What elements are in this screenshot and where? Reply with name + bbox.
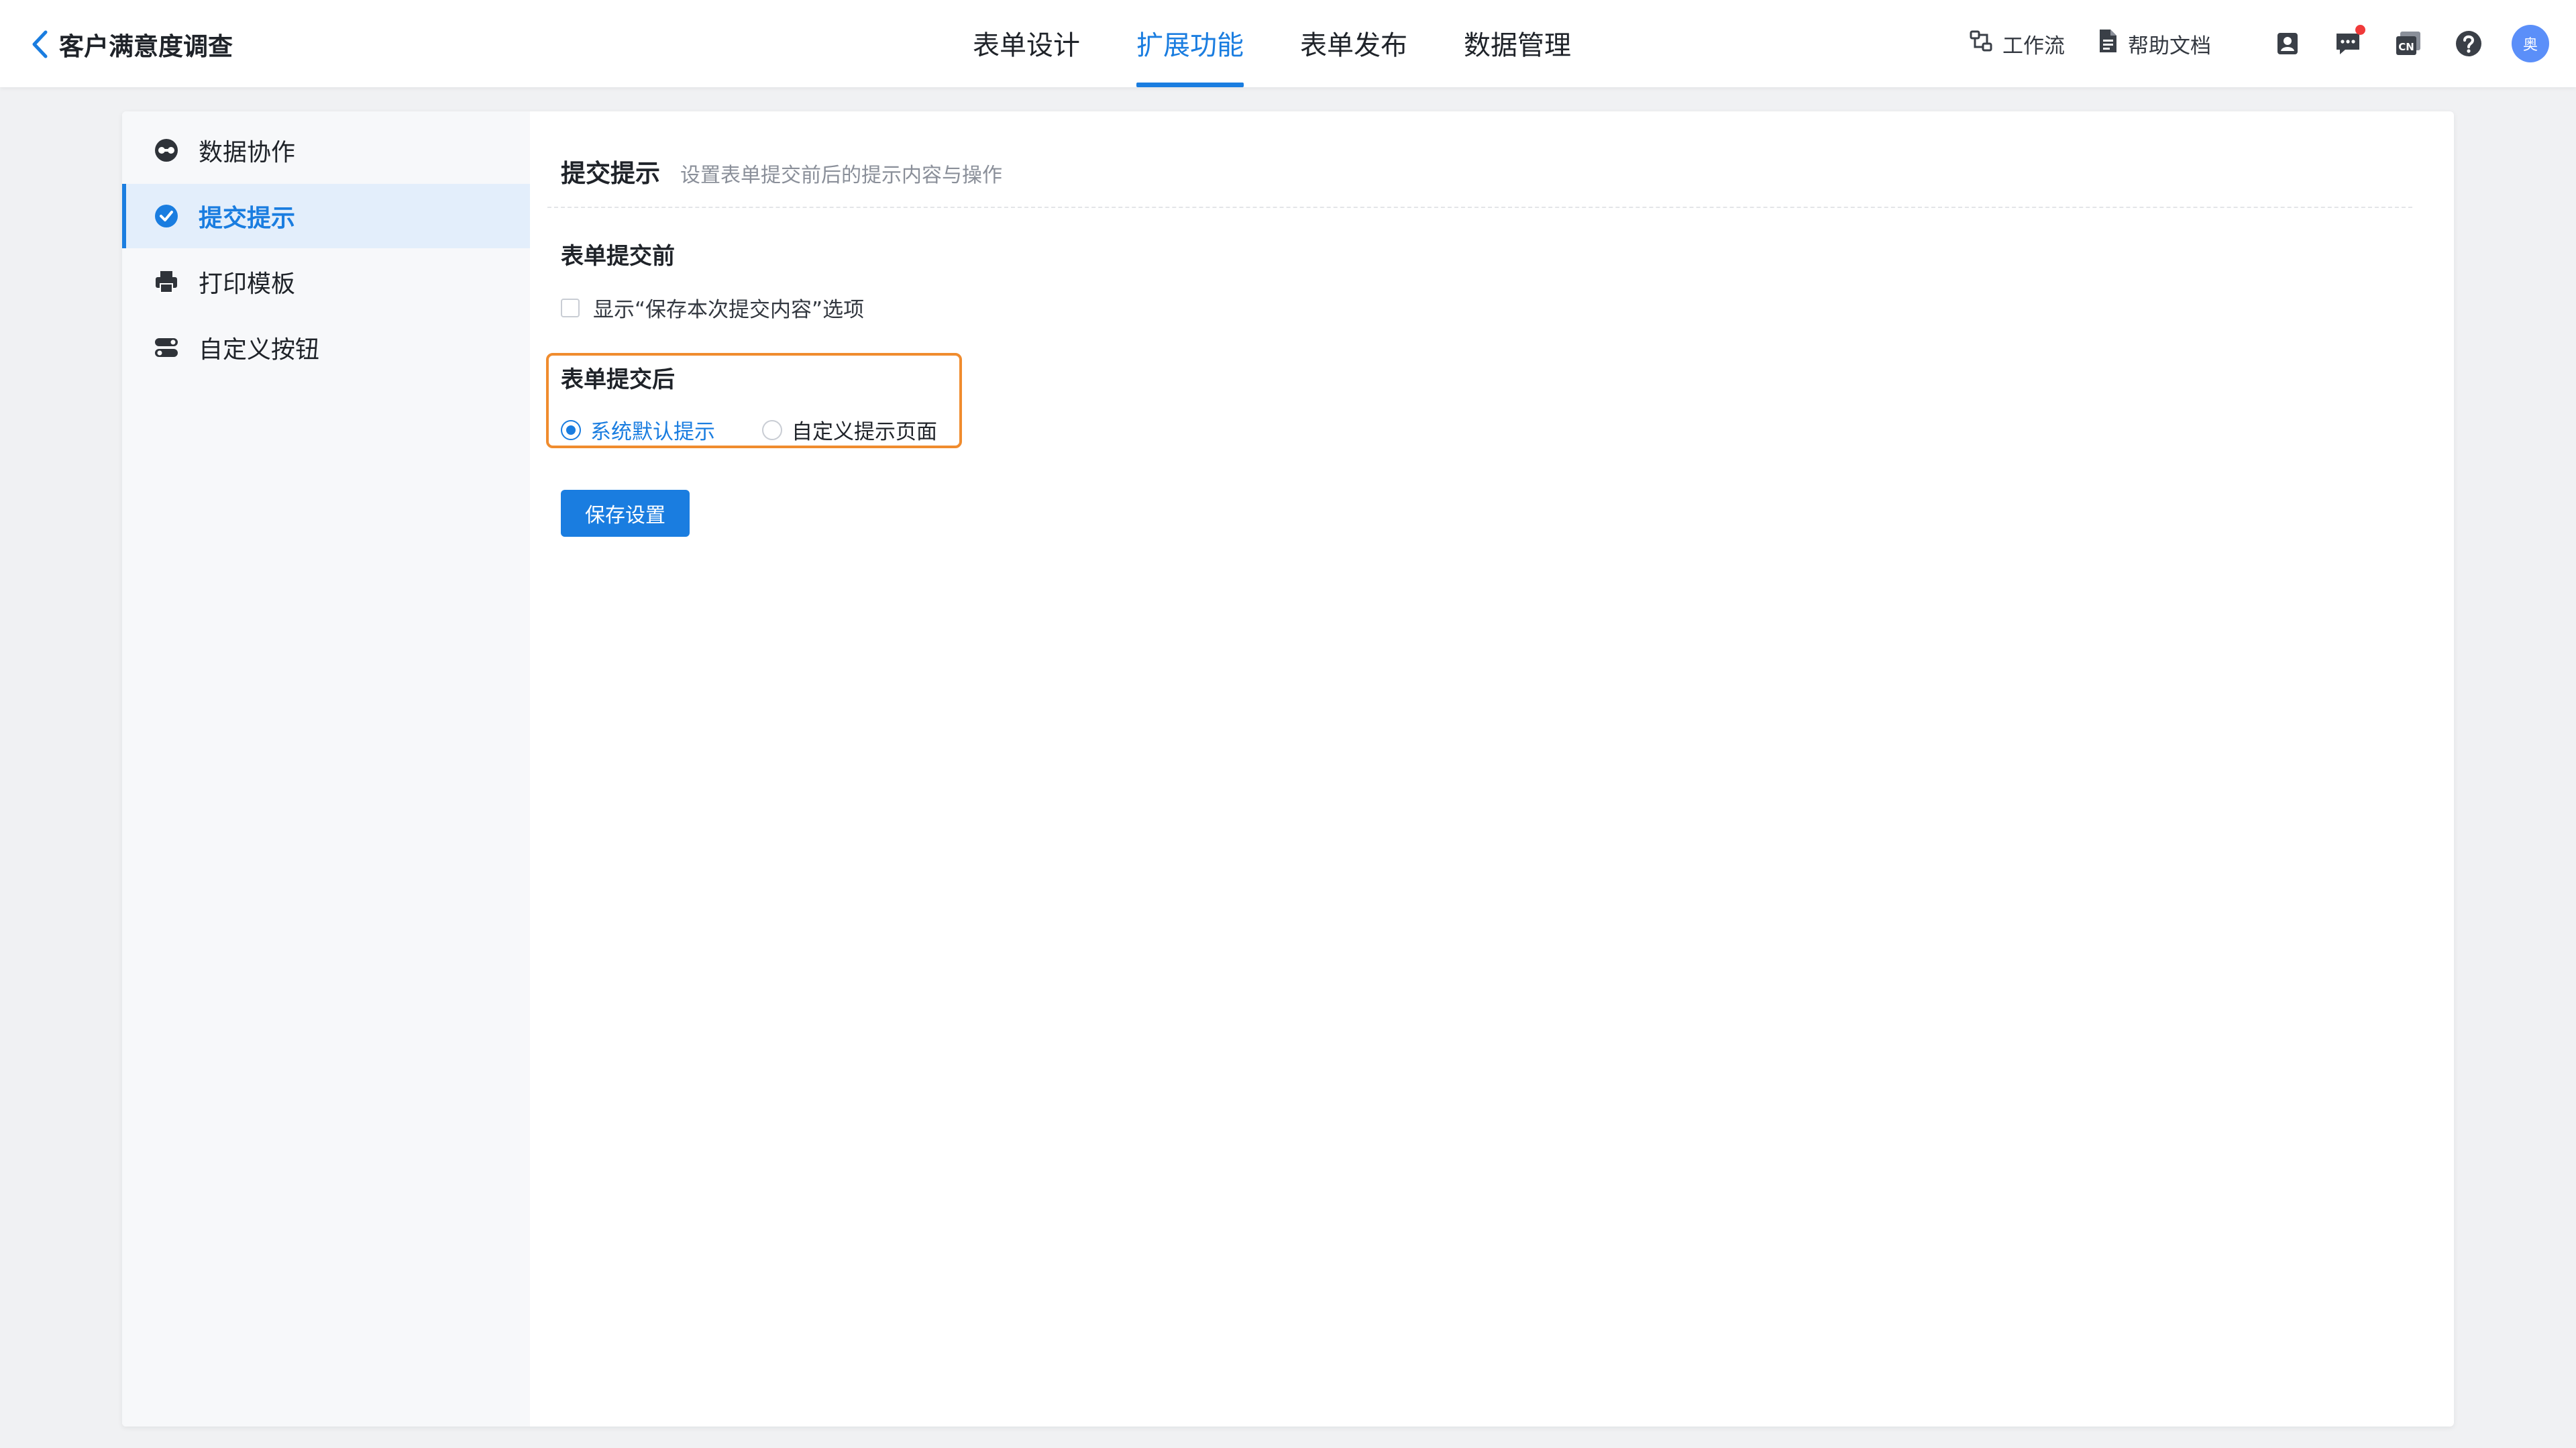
- default-prompt-radio[interactable]: [561, 419, 581, 440]
- section-title: 提交提示: [561, 159, 660, 188]
- data-collaboration-icon: [153, 137, 180, 164]
- help-docs-link[interactable]: 帮助文档: [2097, 28, 2211, 59]
- document-icon: [2097, 28, 2128, 59]
- workflow-label: 工作流: [2002, 34, 2065, 58]
- default-prompt-label[interactable]: 系统默认提示: [590, 415, 715, 445]
- sidebar-item-print-template[interactable]: 打印模板: [122, 250, 530, 314]
- after-submit-heading: 表单提交后: [561, 366, 675, 393]
- language-label: CN: [2398, 41, 2414, 53]
- main-panel: 提交提示 设置表单提交前后的提示内容与操作 表单提交前 显示“保存本次提交内容”…: [530, 111, 2454, 1427]
- chevron-left-icon: [31, 30, 48, 59]
- section-header: 提交提示 设置表单提交前后的提示内容与操作: [561, 153, 1002, 189]
- sidebar-item-label: 数据协作: [199, 139, 296, 166]
- help-docs-label: 帮助文档: [2128, 34, 2211, 58]
- settings-card: 数据协作 提交提示 打印模板 自定义按钮 提交提示 设置表单提交前后的提示内容与…: [122, 111, 2454, 1427]
- notification-dot: [2355, 25, 2365, 35]
- before-submit-heading: 表单提交前: [561, 243, 675, 270]
- sidebar-item-label: 打印模板: [199, 270, 296, 298]
- custom-page-label[interactable]: 自定义提示页面: [792, 415, 937, 445]
- toggle-icon: [153, 334, 180, 361]
- tab-form-publish[interactable]: 表单发布: [1300, 0, 1407, 87]
- custom-page-radio[interactable]: [762, 419, 782, 440]
- save-content-checkbox[interactable]: [561, 298, 580, 317]
- tab-data-management[interactable]: 数据管理: [1464, 0, 1571, 87]
- message-icon[interactable]: [2332, 25, 2365, 60]
- workflow-link[interactable]: 工作流: [1969, 29, 2065, 59]
- sidebar-item-submit-prompt[interactable]: 提交提示: [122, 184, 530, 248]
- after-submit-radio-group: 系统默认提示 自定义提示页面: [561, 415, 937, 445]
- after-submit-section: 表单提交后 系统默认提示 自定义提示页面: [546, 353, 962, 448]
- printer-icon: [153, 268, 180, 295]
- sidebar-item-data-collaboration[interactable]: 数据协作: [122, 118, 530, 183]
- contacts-icon[interactable]: [2271, 28, 2304, 60]
- main-tabs: 表单设计 扩展功能 表单发布 数据管理: [973, 0, 1627, 87]
- save-content-option[interactable]: 显示“保存本次提交内容”选项: [561, 293, 864, 323]
- save-settings-button[interactable]: 保存设置: [561, 490, 690, 537]
- help-icon[interactable]: [2453, 28, 2485, 60]
- user-avatar[interactable]: 奥: [2512, 25, 2549, 62]
- back-button[interactable]: 客户满意度调查: [31, 21, 233, 67]
- save-content-label[interactable]: 显示“保存本次提交内容”选项: [593, 293, 864, 323]
- sidebar-item-label: 提交提示: [199, 205, 296, 232]
- settings-sidebar: 数据协作 提交提示 打印模板 自定义按钮: [122, 111, 530, 1427]
- section-description: 设置表单提交前后的提示内容与操作: [680, 164, 1002, 187]
- section-divider: [547, 207, 2412, 208]
- app-title: 客户满意度调查: [59, 32, 233, 61]
- sidebar-item-label: 自定义按钮: [199, 336, 320, 364]
- header-toolbar: 工作流 帮助文档 CN 奥: [1969, 0, 2549, 87]
- top-header: 客户满意度调查 表单设计 扩展功能 表单发布 数据管理 工作流 帮助文档 CN …: [0, 0, 2576, 87]
- check-circle-icon: [153, 203, 180, 229]
- language-switch[interactable]: CN: [2392, 28, 2424, 60]
- workflow-icon: [1969, 29, 2002, 58]
- sidebar-item-custom-button[interactable]: 自定义按钮: [122, 315, 530, 380]
- tab-form-design[interactable]: 表单设计: [973, 0, 1080, 87]
- tab-extensions[interactable]: 扩展功能: [1136, 0, 1244, 87]
